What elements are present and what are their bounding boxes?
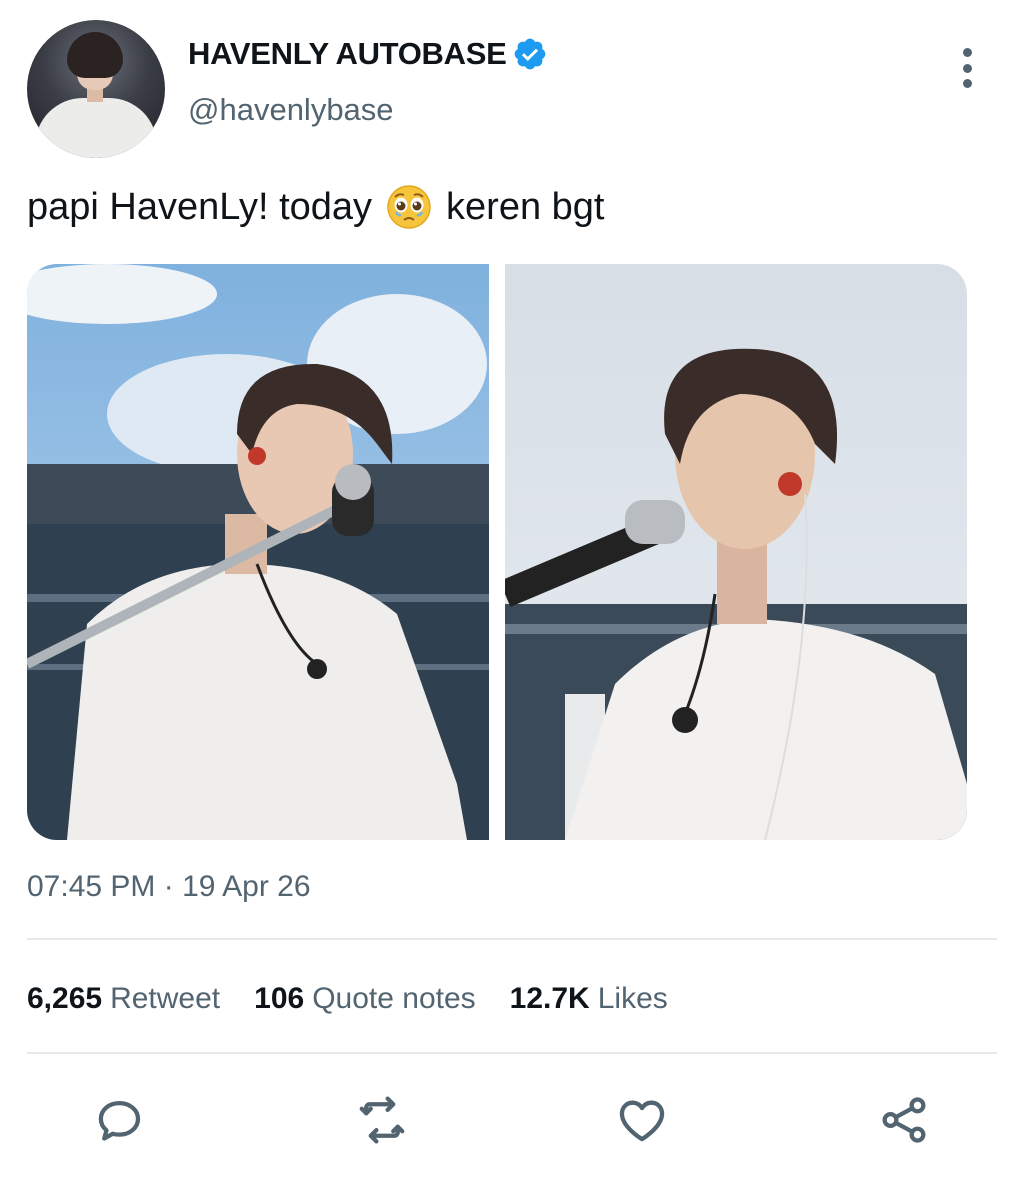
author-name-row[interactable]: HAVENLY AUTOBASE <box>188 36 548 72</box>
divider <box>27 938 997 940</box>
tweet-time: 07:45 PM <box>27 870 156 903</box>
reply-icon[interactable] <box>90 1090 150 1150</box>
likes-stat[interactable]: 12.7K Likes <box>510 982 668 1016</box>
quote-stat[interactable]: 106 Quote notes <box>254 982 476 1016</box>
more-dot <box>962 79 972 88</box>
tweet-photo-left[interactable] <box>27 264 489 840</box>
likes-label: Likes <box>597 982 668 1015</box>
pleading-face-emoji-icon <box>386 184 432 230</box>
retweet-stat[interactable]: 6,265 Retweet <box>27 982 220 1016</box>
avatar-hair <box>67 32 123 78</box>
tweet-text-before: papi HavenLy! today <box>27 185 373 228</box>
share-icon[interactable] <box>874 1090 934 1150</box>
tweet-timestamp[interactable]: 07:45 PM · 19 Apr 26 <box>27 870 311 904</box>
avatar-jacket <box>35 98 157 158</box>
author-handle[interactable]: @havenlybase <box>188 92 394 128</box>
avatar[interactable] <box>27 20 165 158</box>
author-display-name[interactable]: HAVENLY AUTOBASE <box>188 36 507 72</box>
tweet-photo-right[interactable] <box>505 264 967 840</box>
divider <box>27 1052 997 1054</box>
more-dot <box>962 63 972 73</box>
tweet-date: 19 Apr 26 <box>182 870 311 903</box>
retweet-count: 6,265 <box>27 982 103 1015</box>
tweet-text: papi HavenLy! today keren bgt <box>27 184 605 230</box>
retweet-label: Retweet <box>110 982 221 1015</box>
engagement-stats: 6,265 Retweet 106 Quote notes 12.7K Likes <box>27 982 668 1016</box>
tweet-media[interactable] <box>27 264 967 840</box>
more-options-icon[interactable] <box>953 48 981 88</box>
timestamp-separator: · <box>163 870 174 903</box>
like-icon[interactable] <box>612 1090 672 1150</box>
quote-count: 106 <box>254 982 305 1015</box>
quote-label: Quote notes <box>312 982 476 1015</box>
retweet-icon[interactable] <box>352 1090 412 1150</box>
likes-count: 12.7K <box>509 982 590 1015</box>
more-dot <box>962 48 972 57</box>
verified-badge-icon <box>512 36 548 72</box>
tweet-text-after: keren bgt <box>446 185 605 228</box>
